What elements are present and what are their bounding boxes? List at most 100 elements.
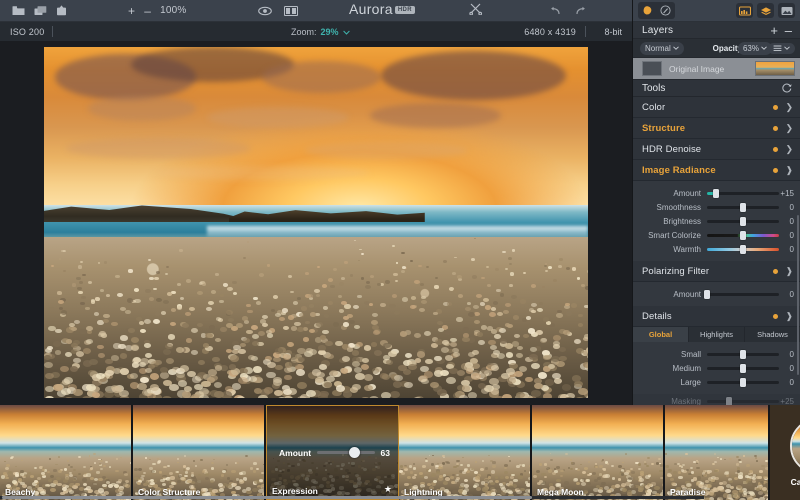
crop-scissors-icon[interactable] <box>469 3 483 15</box>
slider-track[interactable] <box>707 192 779 195</box>
layer-mask-swatch[interactable] <box>642 61 662 76</box>
chevron-right-icon[interactable]: ❯ <box>785 102 793 113</box>
tool-section-hdr-denoise[interactable]: HDR Denoise ❯ <box>633 139 800 160</box>
undo-icon[interactable] <box>549 6 561 16</box>
slider-knob[interactable] <box>740 231 746 240</box>
opacity-select[interactable]: 63% <box>738 42 772 55</box>
chevron-down-icon[interactable] <box>673 46 679 50</box>
preset-name: Expression <box>272 486 318 496</box>
preset-thumbnail-mega-moon[interactable]: Mega Moon <box>532 405 665 500</box>
iso-label: ISO 200 <box>10 27 44 37</box>
reset-circular-arrows-icon[interactable] <box>782 83 792 93</box>
star-icon[interactable]: ★ <box>384 484 392 495</box>
zoom-out-button[interactable]: – <box>144 4 151 18</box>
slider-row[interactable]: Amount+15 <box>633 186 800 200</box>
slider-knob[interactable] <box>740 364 746 373</box>
slider-row[interactable]: Small0 <box>633 347 800 361</box>
preset-amount-track[interactable] <box>317 451 374 454</box>
tool-section-image-radiance[interactable]: Image Radiance ❱ <box>633 160 800 181</box>
zoom-level-label[interactable]: 100% <box>160 5 186 16</box>
split-compare-icon[interactable] <box>284 6 298 16</box>
masking-slider-partial[interactable]: Masking+25 <box>633 394 800 405</box>
chevron-down-icon[interactable] <box>343 30 350 35</box>
zoom-selector[interactable]: Zoom: 29% <box>291 27 350 37</box>
tool-section-color[interactable]: Color ❯ <box>633 97 800 118</box>
tool-section-polarizing-filter[interactable]: Polarizing Filter ❱ <box>633 261 800 282</box>
tool-section-structure[interactable]: Structure ❯ <box>633 118 800 139</box>
eye-icon[interactable] <box>258 6 272 16</box>
slider-knob[interactable] <box>740 217 746 226</box>
slider-track[interactable] <box>707 220 779 223</box>
details-tab-highlights[interactable]: Highlights <box>689 327 745 342</box>
slider-row[interactable]: Brightness0 <box>633 214 800 228</box>
slider-row[interactable]: Masking+25 <box>633 394 800 405</box>
chevron-down-icon[interactable] <box>761 46 767 50</box>
open-folder-icon[interactable] <box>12 5 25 16</box>
slider-track[interactable] <box>707 367 779 370</box>
slider-track[interactable] <box>707 206 779 209</box>
section-label: Polarizing Filter <box>642 266 709 277</box>
slider-row[interactable]: Amount0 <box>633 287 800 301</box>
tools-scroll-area[interactable]: Color ❯ Structure ❯ HDR Denoise ❯ Image … <box>633 97 800 405</box>
preset-amount-slider[interactable]: Amount63 <box>279 448 390 458</box>
layers-stack-icon[interactable] <box>34 5 47 16</box>
export-icon[interactable] <box>56 5 67 16</box>
details-tab-global[interactable]: Global <box>633 327 689 342</box>
slider-knob[interactable] <box>740 245 746 254</box>
chevron-down-icon[interactable]: ❱ <box>785 266 793 277</box>
edited-photo[interactable] <box>44 47 588 398</box>
brush-icon[interactable] <box>657 3 674 18</box>
panel-scrollbar[interactable] <box>797 215 799 375</box>
slider-track[interactable] <box>707 234 779 237</box>
tool-section-details[interactable]: Details ❱ <box>633 306 800 327</box>
presets-filmstrip-icon[interactable] <box>736 3 753 18</box>
preset-thumbnail-lightning[interactable]: Lightning <box>399 405 532 500</box>
slider-value: +15 <box>776 189 794 198</box>
hamburger-menu-icon[interactable] <box>773 45 782 52</box>
slider-knob[interactable] <box>726 397 732 406</box>
slider-track[interactable] <box>707 353 779 356</box>
image-view-icon[interactable] <box>778 3 795 18</box>
details-tab-shadows[interactable]: Shadows <box>745 327 800 342</box>
slider-track[interactable] <box>707 248 779 251</box>
slider-row[interactable]: Medium0 <box>633 361 800 375</box>
add-layer-button[interactable]: + <box>770 24 778 37</box>
slider-row[interactable]: Smoothness0 <box>633 200 800 214</box>
slider-knob[interactable] <box>740 378 746 387</box>
blend-mode-select[interactable]: Normal <box>640 42 684 55</box>
presets-filmstrip[interactable]: BeachyColor Structure Amount63 ★ Expression… <box>0 405 800 500</box>
chevron-down-icon[interactable]: ❱ <box>785 311 793 322</box>
layer-menu-button[interactable] <box>768 43 795 54</box>
slider-track[interactable] <box>707 400 779 403</box>
slider-knob[interactable] <box>713 189 719 198</box>
preset-thumbnail-beachy[interactable]: Beachy <box>0 405 133 500</box>
preset-preview-image <box>0 405 131 500</box>
chevron-right-icon[interactable]: ❯ <box>785 123 793 134</box>
chevron-down-icon[interactable]: ❱ <box>785 165 793 176</box>
layer-item-original[interactable]: Original Image <box>633 58 800 79</box>
slider-row[interactable]: Large0 <box>633 375 800 389</box>
preset-thumbnail-paradise[interactable]: Paradise <box>665 405 770 500</box>
slider-knob[interactable] <box>704 290 710 299</box>
preset-thumbnail-expression[interactable]: Amount63 ★ Expression <box>266 405 399 500</box>
preset-amount-knob[interactable] <box>349 447 360 458</box>
hand-palette-icon[interactable] <box>639 3 656 18</box>
slider-knob[interactable] <box>740 203 746 212</box>
zoom-in-button[interactable]: + <box>128 4 135 18</box>
slider-row[interactable]: Smart Colorize0 <box>633 228 800 242</box>
chevron-right-icon[interactable]: ❯ <box>785 144 793 155</box>
section-label: Details <box>642 311 672 322</box>
preset-thumbnail-color-structure[interactable]: Color Structure <box>133 405 266 500</box>
slider-track[interactable] <box>707 293 779 296</box>
remove-layer-button[interactable]: – <box>785 24 792 37</box>
filmstrip-scrollbar-thumb[interactable] <box>2 496 532 499</box>
redo-icon[interactable] <box>575 6 587 16</box>
crop-tool-button[interactable] <box>469 2 483 20</box>
slider-track[interactable] <box>707 381 779 384</box>
layers-panel-icon[interactable] <box>757 3 774 18</box>
preset-author-card[interactable]: Captain Kimo <box>770 405 800 500</box>
slider-row[interactable]: Warmth0 <box>633 242 800 256</box>
image-canvas[interactable] <box>0 42 632 405</box>
chevron-down-icon[interactable] <box>784 46 790 50</box>
slider-knob[interactable] <box>740 350 746 359</box>
